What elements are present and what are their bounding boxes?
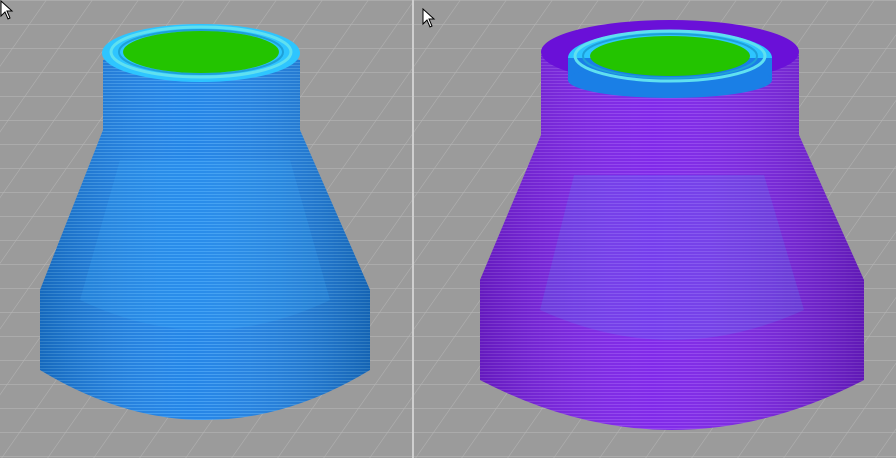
preview-canvas-left[interactable] (0, 0, 412, 458)
viewport-left[interactable] (0, 0, 412, 458)
mouse-pointer-icon (0, 0, 14, 20)
viewport-right[interactable] (414, 0, 896, 458)
top-infill (590, 36, 750, 76)
top-infill (123, 31, 279, 73)
dual-viewport-stage (0, 0, 896, 458)
mouse-pointer-icon (422, 8, 436, 28)
preview-canvas-right[interactable] (414, 0, 896, 458)
